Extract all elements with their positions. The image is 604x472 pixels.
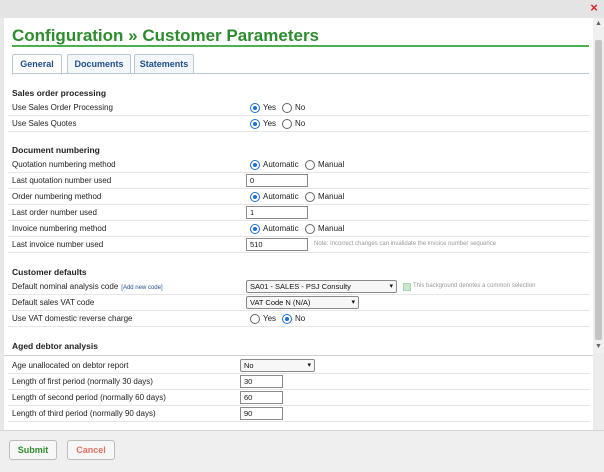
yes-label: Yes [263,314,277,323]
no-label: No [295,119,306,128]
use-sop-label: Use Sales Order Processing [12,103,113,112]
section-sales-order: Sales order processing [12,88,107,98]
quote-method-label: Quotation numbering method [12,160,116,169]
section-aged-debtor: Aged debtor analysis [12,341,98,351]
tab-divider [12,73,589,74]
last-quote-input[interactable]: 0 [246,174,308,187]
automatic-label: Automatic [263,224,299,233]
age-unallocated-label: Age unallocated on debtor report [12,361,129,370]
section-customer-defaults: Customer defaults [12,267,87,277]
cancel-button[interactable]: Cancel [67,440,115,460]
vat-reverse-no-radio[interactable] [282,314,292,324]
last-invoice-label: Last invoice number used [12,240,104,249]
section-doc-numbering: Document numbering [12,145,100,155]
yes-label: Yes [263,119,277,128]
invoice-manual-radio[interactable] [305,224,315,234]
row-last-invoice: Last invoice number used 510 Note: Incor… [8,237,590,253]
nominal-code-select[interactable]: SA01 - SALES - PSJ Consulty ▾ [246,280,397,293]
no-label: No [295,103,306,112]
invoice-automatic-radio[interactable] [250,224,260,234]
second-period-input[interactable]: 60 [240,391,283,404]
row-use-quotes: Use Sales Quotes Yes No [8,116,590,132]
common-selection-swatch [403,283,411,291]
vat-code-select[interactable]: VAT Code N (N/A) ▾ [246,296,359,309]
tab-statements[interactable]: Statements [134,54,194,74]
row-vat-reverse: Use VAT domestic reverse charge Yes No [8,311,590,327]
manual-label: Manual [318,160,345,169]
row-third-period: Length of third period (normally 90 days… [8,406,590,422]
scroll-up-icon[interactable]: ▲ [595,20,602,27]
window-titlebar: × [0,0,604,19]
invoice-method-label: Invoice numbering method [12,224,107,233]
use-quotes-no-radio[interactable] [282,119,292,129]
use-sop-no-radio[interactable] [282,103,292,113]
order-manual-radio[interactable] [305,192,315,202]
chevron-down-icon: ▾ [307,362,311,369]
close-icon[interactable]: × [588,1,600,14]
row-first-period: Length of first period (normally 30 days… [8,374,590,390]
order-method-label: Order numbering method [12,192,102,201]
footer-bar: Submit Cancel [0,430,604,472]
row-order-method: Order numbering method Automatic Manual [8,189,590,205]
manual-label: Manual [318,192,345,201]
last-order-label: Last order number used [12,208,97,217]
quote-manual-radio[interactable] [305,160,315,170]
third-period-input[interactable]: 90 [240,407,283,420]
vat-reverse-yes-radio[interactable] [250,314,260,324]
last-invoice-input[interactable]: 510 [246,238,308,251]
use-sop-yes-radio[interactable] [250,103,260,113]
age-unallocated-value: No [244,361,254,370]
tab-documents[interactable]: Documents [67,54,131,74]
use-quotes-yes-radio[interactable] [250,119,260,129]
row-nominal-code: Default nominal analysis code [Add new co… [8,279,590,295]
nominal-code-value: SA01 - SALES - PSJ Consulty [250,282,351,291]
vat-code-label: Default sales VAT code [12,298,95,307]
last-quote-label: Last quotation number used [12,176,112,185]
nominal-code-label: Default nominal analysis code [Add new co… [12,282,163,291]
row-vat-code: Default sales VAT code VAT Code N (N/A) ▾ [8,295,590,311]
tab-general[interactable]: General [12,54,62,75]
row-last-quote: Last quotation number used 0 [8,173,590,189]
row-use-sop: Use Sales Order Processing Yes No [8,100,590,116]
manual-label: Manual [318,224,345,233]
age-unallocated-select[interactable]: No ▾ [240,359,315,372]
first-period-label: Length of first period (normally 30 days… [12,377,153,386]
first-period-input[interactable]: 30 [240,375,283,388]
vat-code-value: VAT Code N (N/A) [250,298,311,307]
row-age-unallocated: Age unallocated on debtor report No ▾ [8,358,590,374]
row-quote-method: Quotation numbering method Automatic Man… [8,157,590,173]
automatic-label: Automatic [263,160,299,169]
third-period-label: Length of third period (normally 90 days… [12,409,156,418]
quote-automatic-radio[interactable] [250,160,260,170]
row-invoice-method: Invoice numbering method Automatic Manua… [8,221,590,237]
page-title: Configuration » Customer Parameters [12,26,320,45]
nominal-code-text: Default nominal analysis code [12,282,119,291]
row-second-period: Length of second period (normally 60 day… [8,390,590,406]
chevron-down-icon: ▾ [389,283,393,290]
vat-reverse-label: Use VAT domestic reverse charge [12,314,133,323]
title-divider [12,45,589,47]
scrollbar-thumb[interactable] [595,40,602,340]
use-quotes-label: Use Sales Quotes [12,119,77,128]
no-label: No [295,314,306,323]
invoice-note: Note: Incorrect changes can invalidate t… [314,241,497,247]
order-automatic-radio[interactable] [250,192,260,202]
add-new-code-link[interactable]: [Add new code] [121,285,162,291]
row-last-order: Last order number used 1 [8,205,590,221]
submit-button[interactable]: Submit [9,440,57,460]
chevron-down-icon: ▾ [351,299,355,306]
last-order-input[interactable]: 1 [246,206,308,219]
scroll-down-icon[interactable]: ▼ [595,343,602,350]
automatic-label: Automatic [263,192,299,201]
background-note: This background denotes a common selecti… [413,283,536,289]
second-period-label: Length of second period (normally 60 day… [12,393,166,402]
yes-label: Yes [263,103,277,112]
